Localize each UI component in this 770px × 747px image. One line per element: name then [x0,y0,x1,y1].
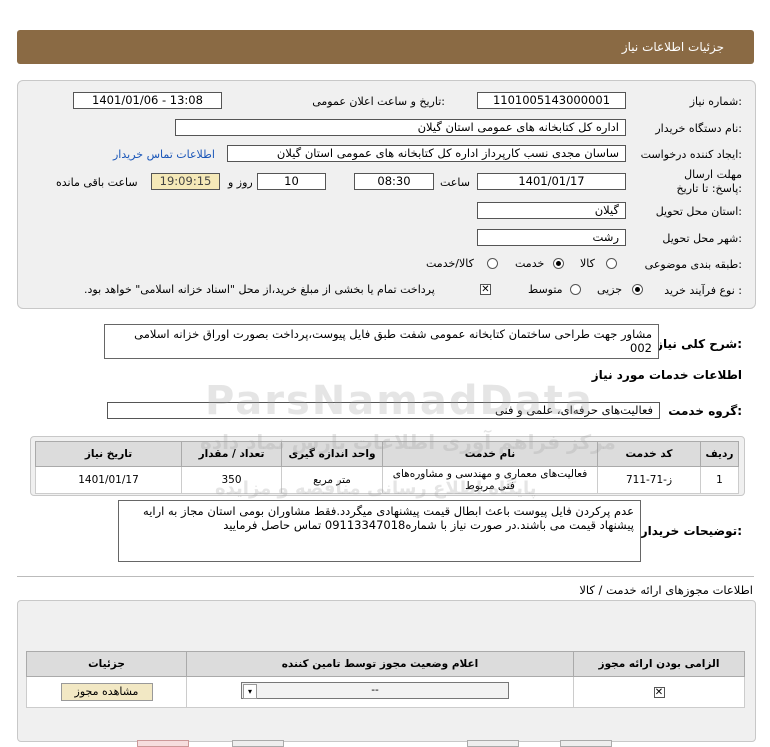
summary-label: شرح کلی نیاز: [656,337,742,351]
buyer-contact-link[interactable]: اطلاعات تماس خریدار [113,148,215,161]
bottom-button-3[interactable] [467,740,519,747]
watermark-text: ParsNamadData [205,378,594,424]
watermark-subtitle: مرکز فراهم آوری اطلاعات پارس نماد داده [200,430,616,454]
remaining-time-label: ساعت باقی مانده [56,176,138,189]
delivery-province-label: استان محل تحویل: [655,205,742,218]
delivery-city-field: رشت [477,229,626,246]
announce-datetime-label: تاریخ و ساعت اعلان عمومی: [312,95,445,108]
permits-section-title: اطلاعات مجوزهای ارائه خدمت / کالا [579,583,753,597]
deadline-time-label: ساعت [440,176,470,189]
category-service-label: خدمت [515,257,545,270]
services-section-title: اطلاعات خدمات مورد نیاز [591,368,742,382]
deadline-time-field: 08:30 [354,173,434,190]
delivery-city-label: شهر محل تحویل: [662,232,742,245]
section-divider [17,576,754,577]
need-number-label: شماره نیاز: [689,95,742,108]
process-medium-label: متوسط [528,283,563,296]
col-permit-required: الزامی بودن ارائه مجوز [573,651,745,677]
category-goods-service-radio[interactable] [487,258,498,269]
cell-service-code: ز-71-711 [597,466,701,494]
cell-row: 1 [700,466,739,494]
deadline-date-field: 1401/01/17 [477,173,626,190]
col-permit-status: اعلام وضعیت مجوز توسط تامین کننده [186,651,574,677]
buyer-org-label: نام دستگاه خریدار: [655,122,742,135]
category-label: طبقه بندی موضوعی: [644,258,742,271]
deadline-days-label: روز و [228,176,253,189]
buyer-org-field: اداره کل کتابخانه های عمومی استان گیلان [175,119,626,136]
bottom-button-1[interactable] [137,740,189,747]
remaining-time-field: 19:09:15 [151,173,220,190]
need-info-panel [17,80,756,309]
table-row: ✕ -- ▾ مشاهده مجوز [26,676,745,708]
permits-table: الزامی بودن ارائه مجوز اعلام وضعیت مجوز … [26,651,745,708]
treasury-payment-note: پرداخت تمام یا بخشی از مبلغ خرید،از محل … [84,283,435,296]
summary-box: مشاور جهت طراحی ساختمان کتابخانه عمومی ش… [104,324,659,359]
service-group-label: گروه خدمت: [668,404,742,418]
permit-status-value: -- [371,684,379,696]
process-label: نوع فرآیند خرید : [664,284,742,297]
watermark-subtitle-2: پایگاه اطلاع رسانی مناقصه و مزایده [215,478,537,499]
deadline-days-field: 10 [257,173,326,190]
treasury-payment-checkbox[interactable]: ✕ [480,284,491,295]
permit-required-checkbox[interactable]: ✕ [653,686,665,698]
header-bar: جزئیات اطلاعات نیاز [17,30,754,64]
announce-datetime-field: 1401/01/06 - 13:08 [73,92,222,109]
requester-label: ایجاد کننده درخواست: [640,148,742,161]
buyer-notes-box: عدم پرکردن فایل پیوست باعث ابطال قیمت پی… [118,500,641,562]
deadline-label: مهلت ارسال پاسخ: تا تاریخ: [676,168,742,195]
bottom-button-2[interactable] [232,740,284,747]
process-minor-label: جزیی [597,283,623,296]
category-goods-radio[interactable] [606,258,617,269]
cell-need-date: 1401/01/17 [35,466,182,494]
category-service-radio[interactable] [553,258,564,269]
permit-status-select[interactable]: -- ▾ [241,682,509,699]
col-permit-details: جزئیات [26,651,187,677]
category-goods-service-label: کالا/خدمت [426,257,474,270]
col-need-date: تاریخ نیاز [35,441,182,467]
buyer-notes-label: توضیحات خریدار: [640,524,742,538]
page-title: جزئیات اطلاعات نیاز [621,40,724,54]
requester-field: ساسان مجدی نسب کارپرداز اداره کل کتابخان… [227,145,626,162]
view-permit-button[interactable]: مشاهده مجوز [60,683,153,701]
chevron-down-icon: ▾ [243,684,257,699]
process-minor-radio[interactable] [632,284,643,295]
process-medium-radio[interactable] [570,284,581,295]
need-number-field: 1101005143000001 [477,92,626,109]
category-goods-label: کالا [580,257,595,270]
col-row: ردیف [700,441,739,467]
bottom-button-4[interactable] [560,740,612,747]
delivery-province-field: گیلان [477,202,626,219]
summary-text: مشاور جهت طراحی ساختمان کتابخانه عمومی ش… [134,327,652,355]
buyer-notes-text: عدم پرکردن فایل پیوست باعث ابطال قیمت پی… [143,504,634,532]
